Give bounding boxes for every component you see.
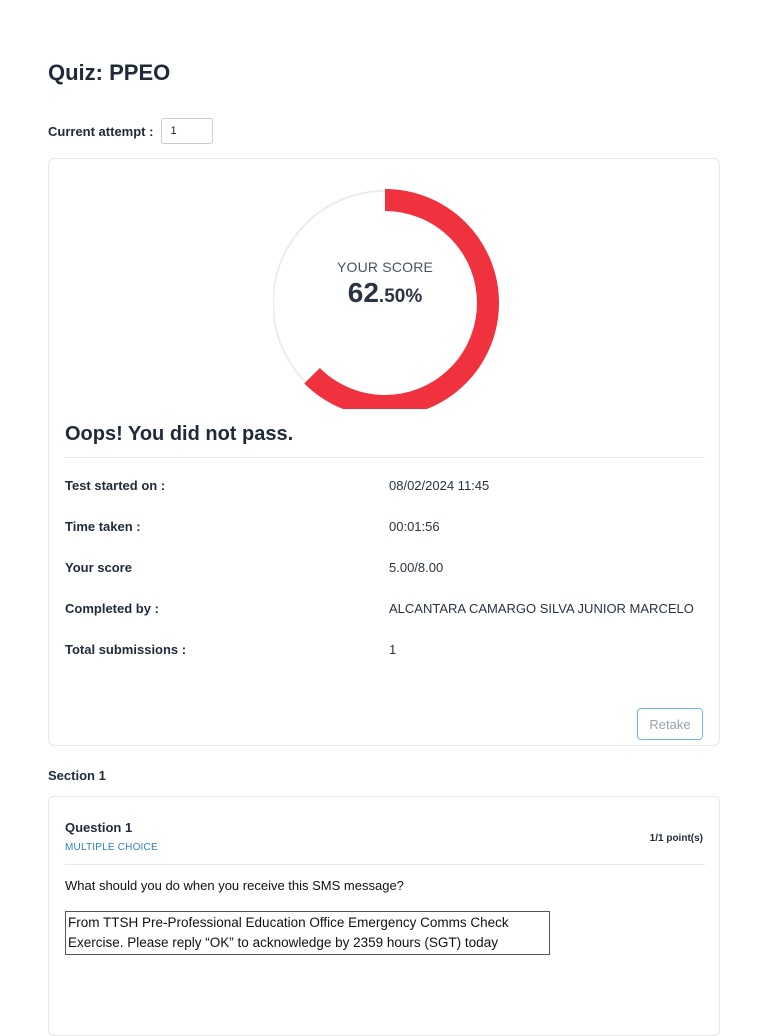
detail-value: 5.00/8.00	[389, 560, 444, 575]
detail-label: Total submissions :	[65, 642, 187, 657]
score-fraction: .50%	[378, 286, 423, 307]
detail-row-score: Your score 5.00/8.00	[65, 547, 705, 588]
detail-row-time-taken: Time taken : 00:01:56	[65, 506, 705, 547]
score-value: 62.50%	[273, 277, 497, 309]
retake-button[interactable]: Retake	[637, 708, 703, 740]
question-points: 1/1 point(s)	[649, 833, 703, 844]
question-card: Question 1 MULTIPLE CHOICE 1/1 point(s) …	[48, 796, 720, 1036]
detail-value: ALCANTARA CAMARGO SILVA JUNIOR MARCELO	[389, 601, 694, 616]
divider	[65, 457, 705, 458]
detail-label: Test started on :	[65, 478, 166, 493]
score-display: YOUR SCORE 62.50%	[273, 259, 497, 309]
page-title: Quiz: PPEO	[48, 60, 171, 85]
attempt-details: Test started on : 08/02/2024 11:45 Time …	[65, 465, 705, 670]
current-attempt-field[interactable]	[161, 118, 214, 144]
detail-row-completed-by: Completed by : ALCANTARA CAMARGO SILVA J…	[65, 588, 705, 629]
detail-row-submissions: Total submissions : 1	[65, 629, 705, 670]
section-title: Section 1	[48, 768, 106, 783]
current-attempt-label: Current attempt :	[48, 123, 154, 139]
divider	[65, 864, 705, 865]
result-message: Oops! You did not pass.	[65, 423, 294, 445]
score-integer: 62	[347, 277, 379, 308]
detail-value: 1	[389, 642, 397, 657]
sms-line: From TTSH Pre-Professional Education Off…	[68, 915, 509, 930]
score-label: YOUR SCORE	[336, 259, 434, 275]
question-text: What should you do when you receive this…	[65, 878, 404, 893]
result-card: YOUR SCORE 62.50% Oops! You did not pass…	[48, 158, 720, 746]
detail-value: 08/02/2024 11:45	[389, 478, 490, 493]
attempt-row: Current attempt :	[48, 118, 214, 144]
detail-label: Your score	[65, 560, 132, 575]
question-type-badge: MULTIPLE CHOICE	[65, 842, 158, 853]
detail-row-started: Test started on : 08/02/2024 11:45	[65, 465, 705, 506]
sms-line: Exercise. Please reply “OK” to acknowled…	[68, 935, 498, 950]
detail-value: 00:01:56	[389, 519, 440, 534]
sms-message-box: From TTSH Pre-Professional Education Off…	[65, 911, 550, 955]
detail-label: Completed by :	[65, 601, 159, 616]
question-title: Question 1	[65, 820, 133, 835]
detail-label: Time taken :	[65, 519, 141, 534]
